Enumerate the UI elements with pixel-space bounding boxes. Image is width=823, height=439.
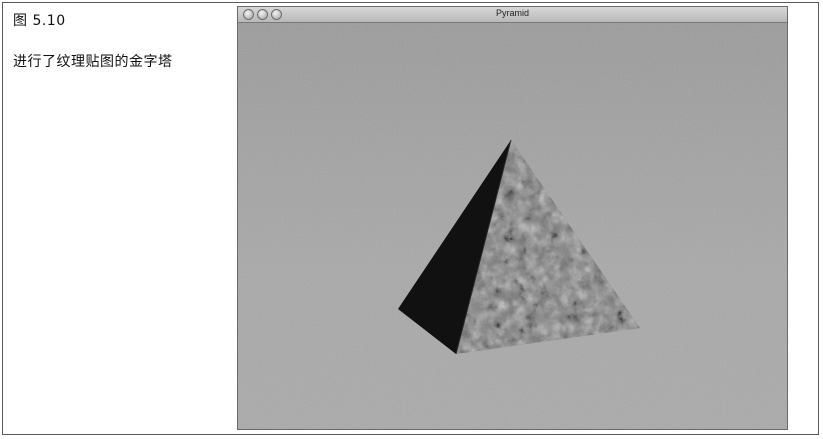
pyramid-window: Pyramid <box>237 6 788 430</box>
caption-panel: 图 5.10 进行了纹理贴图的金字塔 <box>3 3 235 434</box>
figure-description: 进行了纹理贴图的金字塔 <box>13 54 173 70</box>
window-title: Pyramid <box>495 8 529 18</box>
window-titlebar[interactable]: Pyramid <box>238 7 787 23</box>
pyramid-render <box>238 23 787 429</box>
figure-label: 图 5.10 <box>13 13 66 29</box>
gl-viewport[interactable] <box>238 23 787 429</box>
